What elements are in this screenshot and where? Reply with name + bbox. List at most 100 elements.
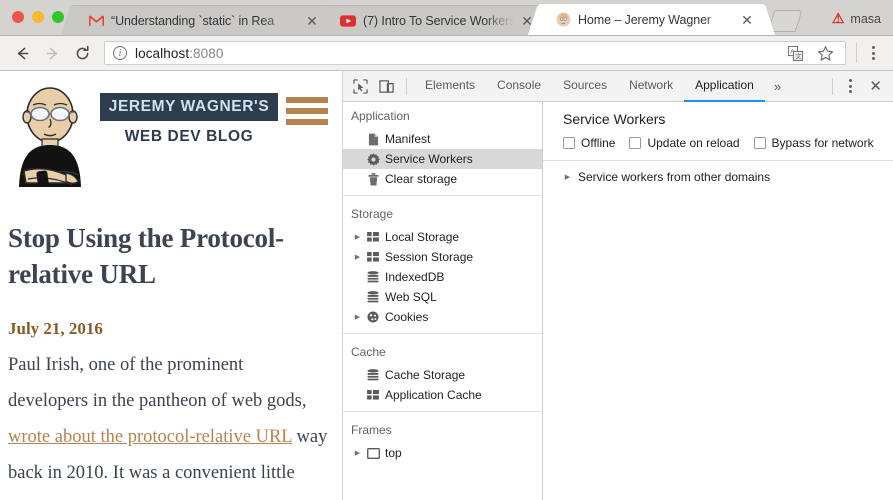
table-icon (364, 232, 382, 242)
bypass-for-network-checkbox[interactable] (753, 137, 766, 149)
star-icon[interactable] (813, 41, 837, 65)
device-toggle-icon[interactable] (373, 73, 399, 99)
tree-group-cache: Cache ▶ Cache Stor (343, 333, 542, 411)
update-on-reload-option[interactable]: Update on reload (629, 136, 740, 150)
minimize-window-button[interactable] (32, 11, 44, 23)
translate-icon[interactable]: A 文 (783, 41, 807, 65)
service-workers-panel: Service Workers Offline Update on reload (543, 102, 893, 500)
tab-elements[interactable]: Elements (414, 71, 486, 102)
table-icon (364, 390, 382, 400)
address-bar[interactable]: i localhost:8080 A 文 (104, 41, 846, 65)
url-port: :8080 (189, 45, 224, 61)
browser-tab[interactable]: “Understanding `static` in Rea ✕ (61, 5, 340, 35)
hamburger-icon[interactable] (286, 83, 328, 125)
profile-name: masa (850, 11, 881, 26)
hamburger-bar (286, 108, 328, 114)
sidebar-item-top-frame[interactable]: ▶ top (343, 443, 542, 463)
update-on-reload-checkbox[interactable] (629, 137, 642, 149)
database-icon (364, 369, 382, 381)
sidebar-item-label: Cache Storage (385, 368, 466, 382)
tree-group-storage: Storage ▶ Local Storage ▶ Session Storag… (343, 195, 542, 333)
profile-indicator[interactable]: ⚠ masa (832, 10, 893, 35)
forward-button[interactable] (38, 39, 66, 67)
sidebar-item-label: Clear storage (385, 172, 458, 186)
maximize-window-button[interactable] (52, 11, 64, 23)
browser-tab[interactable]: (7) Intro To Service Workers & ✕ (313, 5, 555, 35)
tab-label: Sources (563, 78, 608, 92)
twisty-icon[interactable]: ▶ (351, 253, 364, 261)
reload-button[interactable] (68, 39, 96, 67)
offline-checkbox[interactable] (563, 137, 575, 149)
tree-group-header: Storage (351, 207, 394, 221)
tab-network[interactable]: Network (618, 71, 684, 102)
tab-label: Network (629, 78, 674, 92)
brand-name: JEREMY WAGNER'S (99, 93, 279, 121)
tab-sources[interactable]: Sources (552, 71, 618, 102)
browser-menu-button[interactable] (861, 41, 885, 65)
url-text: localhost:8080 (135, 46, 223, 61)
tree-group-header: Frames (351, 423, 392, 437)
panel-title: Service Workers (563, 111, 666, 127)
sidebar-item-label: top (385, 446, 402, 460)
browser-tab-active[interactable]: Home – Jeremy Wagner ✕ (527, 4, 776, 35)
kebab-dot (871, 57, 875, 60)
database-icon (364, 291, 382, 303)
tree-group-header: Application (351, 109, 410, 123)
site-header: JEREMY WAGNER'S WEB DEV BLOG (8, 77, 328, 195)
other-domains-row[interactable]: ▶ Service workers from other domains (543, 161, 893, 184)
sidebar-item-manifest[interactable]: ▶ Manifest (343, 129, 542, 149)
tree-group-header: Cache (351, 345, 386, 359)
offline-label: Offline (581, 136, 616, 150)
devtools-menu-button[interactable] (838, 74, 862, 98)
cursor-inspect-icon[interactable] (347, 73, 373, 99)
sidebar-item-web-sql[interactable]: ▶ Web SQL (343, 287, 542, 307)
offline-option[interactable]: Offline (563, 136, 615, 150)
sidebar-item-label: Manifest (385, 132, 431, 146)
tab-label: Application (695, 78, 754, 92)
toolbar-divider (832, 77, 834, 95)
tab-title: “Understanding `static` in Rea (111, 13, 275, 28)
tab-application[interactable]: Application (684, 71, 765, 102)
tab-title: Home – Jeremy Wagner (578, 12, 711, 27)
sidebar-item-label: IndexedDB (385, 270, 445, 284)
sidebar-item-label: Local Storage (385, 230, 460, 244)
twisty-icon[interactable]: ▶ (351, 449, 364, 457)
sidebar-item-label: Service Workers (385, 152, 473, 166)
sidebar-item-label: Web SQL (385, 290, 437, 304)
close-window-button[interactable] (12, 11, 24, 23)
browser-window: “Understanding `static` in Rea ✕ (7) Int… (0, 0, 893, 500)
sidebar-item-indexeddb[interactable]: ▶ IndexedDB (343, 267, 542, 287)
close-icon[interactable]: ✕ (738, 11, 756, 29)
web-page-viewport: JEREMY WAGNER'S WEB DEV BLOG Stop Using … (0, 71, 343, 500)
devtools-toolbar: Elements Console Sources Network Applica… (343, 71, 893, 102)
sidebar-item-clear-storage[interactable]: ▶ Clear storage (343, 169, 542, 189)
tab-console[interactable]: Console (486, 71, 552, 102)
sidebar-item-service-workers[interactable]: ▶ Service Workers (343, 149, 542, 169)
twisty-icon[interactable]: ▶ (351, 233, 364, 241)
sidebar-item-cookies[interactable]: ▶ Cookies (343, 307, 542, 327)
table-icon (364, 252, 382, 262)
twisty-icon[interactable]: ▶ (561, 173, 574, 181)
service-workers-header: Service Workers Offline Update on reload (543, 102, 893, 161)
site-brand[interactable]: JEREMY WAGNER'S WEB DEV BLOG (92, 83, 286, 146)
sidebar-item-session-storage[interactable]: ▶ Session Storage (343, 247, 542, 267)
sidebar-item-label: Application Cache (385, 388, 482, 402)
post-date: July 21, 2016 (8, 318, 103, 338)
info-icon[interactable]: i (113, 46, 127, 60)
svg-text:文: 文 (795, 51, 802, 60)
back-button[interactable] (8, 39, 36, 67)
close-icon[interactable]: ✕ (862, 79, 889, 94)
devtools-body: Application ▶ Manifest (343, 102, 893, 500)
bypass-for-network-option[interactable]: Bypass for network (753, 136, 874, 150)
twisty-icon[interactable]: ▶ (351, 313, 364, 321)
sidebar-item-cache-storage[interactable]: ▶ Cache Storage (343, 365, 542, 385)
author-avatar-illustration (8, 83, 92, 195)
sidebar-item-application-cache[interactable]: ▶ Application Cache (343, 385, 542, 405)
kebab-dot (871, 51, 875, 55)
more-tabs-icon[interactable]: » (765, 71, 790, 102)
sidebar-item-local-storage[interactable]: ▶ Local Storage (343, 227, 542, 247)
document-icon (364, 133, 382, 146)
post-inline-link[interactable]: wrote about the protocol-relative URL (8, 427, 292, 447)
brand-tagline: WEB DEV BLOG (124, 128, 254, 145)
tab-label: Console (497, 78, 542, 92)
